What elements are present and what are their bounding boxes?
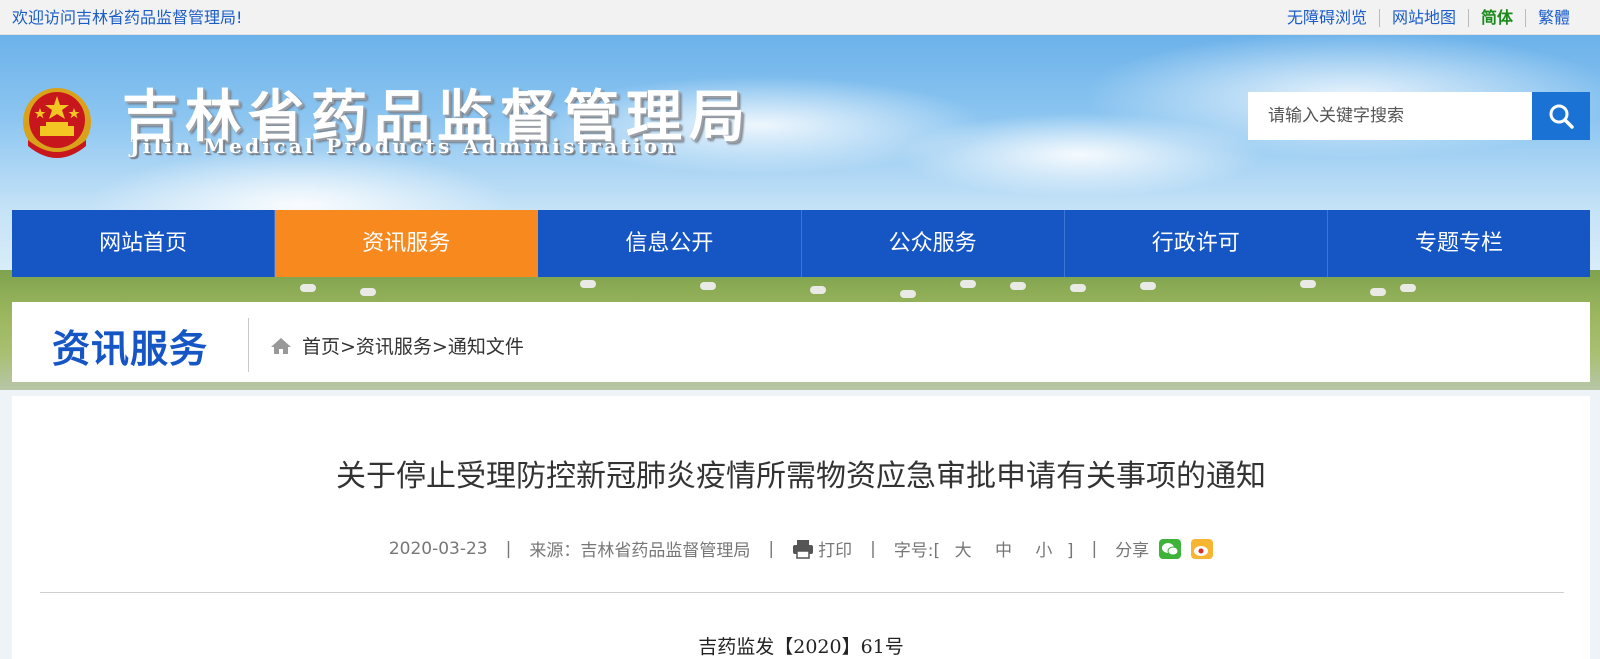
nav-item-public-service[interactable]: 公众服务	[802, 210, 1065, 277]
breadcrumb-path[interactable]: 首页>资讯服务>通知文件	[302, 332, 524, 359]
sheep-decoration	[580, 280, 596, 288]
font-size-large[interactable]: 大	[955, 541, 972, 561]
font-size-label: 字号:[	[893, 541, 941, 561]
sheep-decoration	[1400, 284, 1416, 292]
meta-divider: |	[1091, 538, 1098, 559]
sitemap-link[interactable]: 网站地图	[1380, 0, 1468, 35]
source-value: 吉林省药品监督管理局	[580, 541, 751, 561]
accessibility-link[interactable]: 无障碍浏览	[1275, 0, 1379, 35]
nav-item-information-disclosure[interactable]: 信息公开	[538, 210, 802, 277]
sheep-decoration	[1140, 282, 1156, 290]
wechat-icon[interactable]	[1159, 538, 1182, 559]
sheep-decoration	[360, 288, 376, 296]
nav-item-special-topics[interactable]: 专题专栏	[1328, 210, 1590, 277]
section-title: 资讯服务	[52, 327, 209, 371]
font-size-medium[interactable]: 中	[995, 541, 1012, 561]
welcome-text: 欢迎访问吉林省药品监督管理局!	[12, 8, 243, 27]
article-meta: 2020-03-23 | 来源： 吉林省药品监督管理局 | 打印 | 字号:[ …	[12, 536, 1590, 561]
font-size-small[interactable]: 小	[1035, 541, 1052, 561]
printer-icon	[793, 539, 814, 559]
utility-links: 无障碍浏览 网站地图 简体 繁體	[1275, 0, 1582, 35]
publish-date: 2020-03-23	[388, 538, 488, 559]
main-nav: 网站首页 资讯服务 信息公开 公众服务 行政许可 专题专栏	[12, 210, 1590, 277]
meta-separator-line	[40, 592, 1564, 593]
search-button[interactable]	[1532, 92, 1590, 140]
section-divider	[248, 318, 249, 372]
search-input[interactable]	[1248, 92, 1532, 140]
nav-item-administrative-license[interactable]: 行政许可	[1065, 210, 1328, 277]
sheep-decoration	[1300, 280, 1316, 288]
traditional-chinese-link[interactable]: 繁體	[1526, 0, 1582, 35]
font-size-control: 字号:[ 大 中 小 ]	[894, 536, 1074, 561]
home-icon	[271, 337, 291, 354]
nav-item-news-service[interactable]: 资讯服务	[275, 210, 539, 277]
print-label: 打印	[818, 541, 853, 561]
section-header: 资讯服务 首页>资讯服务>通知文件	[12, 302, 1590, 382]
document-number: 吉药监发【2020】61号	[698, 636, 904, 658]
article-container: 关于停止受理防控新冠肺炎疫情所需物资应急审批申请有关事项的通知 2020-03-…	[12, 396, 1590, 659]
breadcrumb: 首页>资讯服务>通知文件	[270, 332, 524, 359]
article-title: 关于停止受理防控新冠肺炎疫情所需物资应急审批申请有关事项的通知	[336, 459, 1266, 494]
site-title-english: Jilin Medical Products Administration	[130, 134, 679, 158]
national-emblem-icon	[16, 86, 98, 160]
meta-divider: |	[505, 538, 512, 559]
share-label: 分享	[1115, 541, 1150, 561]
source-label: 来源：	[529, 541, 581, 561]
font-size-close: ]	[1066, 541, 1074, 561]
weibo-icon[interactable]	[1191, 538, 1214, 559]
sheep-decoration	[1070, 284, 1086, 292]
sheep-decoration	[300, 284, 316, 292]
top-utility-bar: 欢迎访问吉林省药品监督管理局! 无障碍浏览 网站地图 简体 繁體	[0, 0, 1600, 35]
nav-item-home[interactable]: 网站首页	[12, 210, 276, 277]
sheep-decoration	[1010, 282, 1026, 290]
search-icon	[1549, 104, 1574, 129]
print-button[interactable]: 打印	[792, 536, 852, 561]
sheep-decoration	[960, 280, 976, 288]
sheep-decoration	[900, 290, 916, 298]
meta-divider: |	[768, 538, 775, 559]
sheep-decoration	[810, 286, 826, 294]
simplified-chinese-link[interactable]: 简体	[1469, 0, 1525, 35]
sheep-decoration	[1370, 288, 1386, 296]
sheep-decoration	[700, 282, 716, 290]
meta-divider: |	[870, 538, 876, 559]
